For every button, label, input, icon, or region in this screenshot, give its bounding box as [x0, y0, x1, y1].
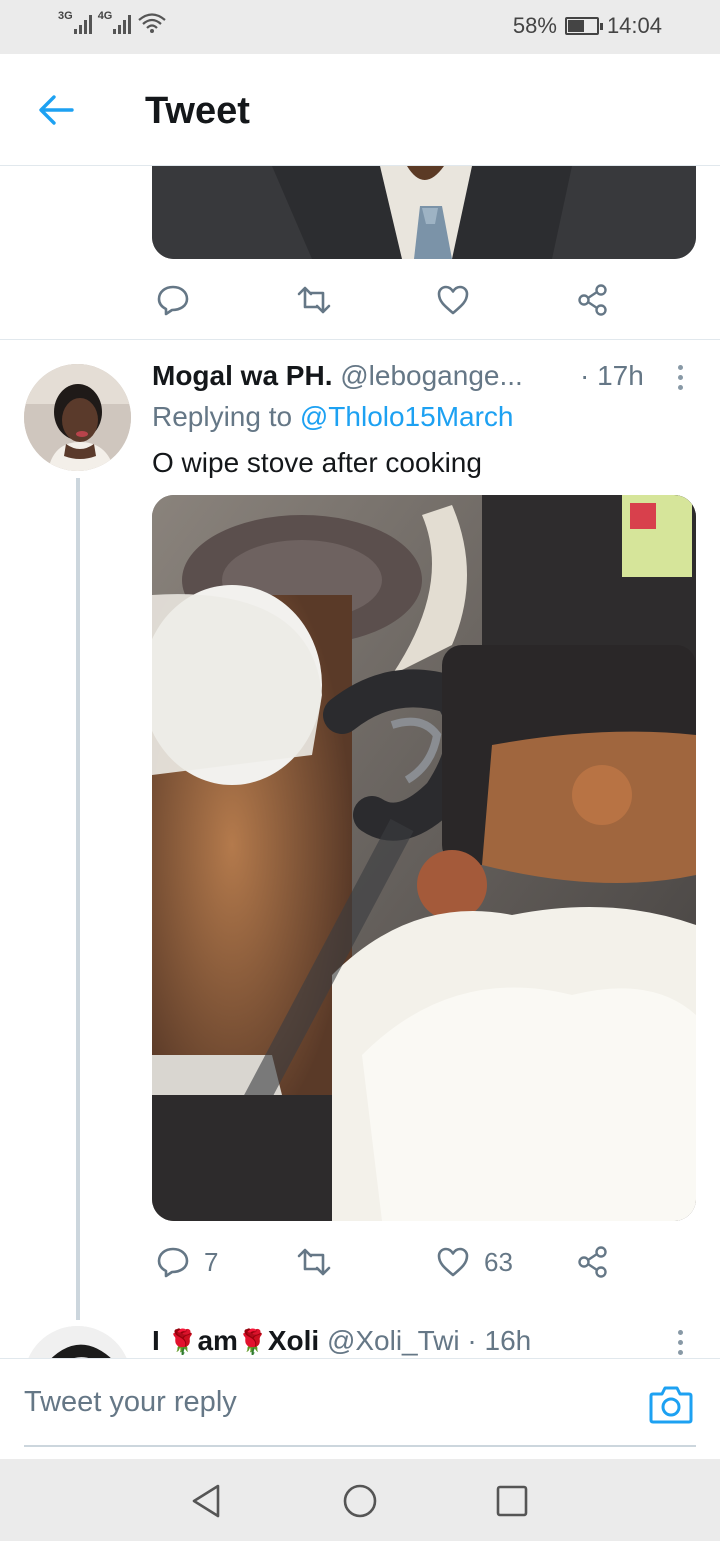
nav-back-button[interactable] — [184, 1479, 228, 1523]
name-part: I — [152, 1325, 160, 1356]
status-bar-signals: 3G 4G — [58, 10, 167, 34]
thread-connector — [76, 478, 80, 1320]
name-part: am — [197, 1325, 238, 1356]
system-nav-bar — [0, 1459, 720, 1541]
suit-photo — [152, 166, 696, 259]
nav-home-icon — [343, 1484, 377, 1518]
like-button[interactable]: 63 — [436, 1240, 513, 1284]
next-display-name[interactable]: I 🌹am🌹Xoli — [152, 1325, 327, 1356]
nav-home-button[interactable] — [338, 1479, 382, 1523]
stove-photo — [152, 495, 696, 1221]
more-options-icon[interactable] — [668, 1325, 692, 1359]
cell-signal-1: 3G — [58, 10, 92, 34]
previous-tweet-image[interactable] — [152, 166, 696, 259]
share-button[interactable] — [576, 278, 610, 322]
battery-fill — [567, 20, 585, 32]
network-type-1: 3G — [58, 10, 73, 22]
tweet-media-image[interactable] — [152, 495, 696, 1221]
rose-emoji: 🌹 — [167, 1329, 198, 1356]
user-handle[interactable]: @lebogange... — [340, 360, 523, 391]
next-tweet-header: I 🌹am🌹Xoli @Xoli_Twi · 16h — [152, 1325, 531, 1357]
like-count: 63 — [484, 1246, 513, 1277]
avatar[interactable] — [24, 364, 131, 471]
network-type-2: 4G — [97, 10, 113, 22]
retweet-icon — [297, 286, 331, 314]
reply-icon — [157, 285, 189, 316]
display-name[interactable]: Mogal wa PH. — [152, 360, 332, 391]
tweet-time: · 17h — [580, 360, 644, 391]
status-bar: 3G 4G 58% 14:04 — [0, 0, 720, 54]
like-icon — [437, 285, 469, 315]
camera-icon — [649, 1386, 693, 1424]
retweet-button[interactable] — [296, 1240, 332, 1284]
battery-percent: 58% — [512, 13, 557, 38]
page-title: Tweet — [145, 90, 250, 132]
share-icon — [578, 284, 607, 316]
like-button[interactable] — [436, 278, 470, 322]
reply-bar — [0, 1358, 720, 1458]
reply-icon — [157, 1247, 189, 1278]
signal-bars-icon — [113, 14, 132, 34]
share-icon — [578, 1246, 607, 1278]
next-tweet-time: · 16h — [467, 1325, 532, 1356]
retweet-button[interactable] — [296, 278, 332, 322]
next-user-handle[interactable]: @Xoli_Twi — [327, 1325, 460, 1356]
nav-recents-icon — [496, 1485, 528, 1517]
nav-back-icon — [192, 1484, 220, 1518]
mention-link[interactable]: @Thlolo15March — [300, 401, 514, 432]
share-button[interactable] — [576, 1240, 610, 1284]
replying-to: Replying to @Thlolo15March — [152, 401, 514, 433]
nav-recents-button[interactable] — [490, 1479, 534, 1523]
like-icon — [437, 1247, 469, 1277]
camera-button[interactable] — [648, 1385, 694, 1425]
reply-button[interactable]: 7 — [156, 1240, 218, 1284]
tweet-header: Mogal wa PH. @lebogange... — [152, 360, 652, 396]
tweet-actions: 7 63 — [152, 1240, 632, 1284]
reply-count: 7 — [204, 1246, 219, 1277]
wifi-icon — [138, 13, 167, 33]
signal-bars-icon — [73, 14, 92, 34]
retweet-icon — [297, 1248, 331, 1276]
reply-button[interactable] — [156, 278, 190, 322]
tweet-divider — [0, 339, 720, 340]
app-header: Tweet — [0, 54, 720, 166]
reply-input[interactable] — [24, 1359, 696, 1447]
status-bar-right: 58% 14:04 — [513, 13, 662, 39]
battery-icon — [564, 17, 603, 35]
tweet-text: O wipe stove after cooking — [152, 447, 482, 478]
replying-prefix: Replying to — [152, 401, 293, 432]
previous-tweet-actions — [152, 278, 632, 322]
clock: 14:04 — [606, 13, 662, 38]
cell-signal-2: 4G — [97, 10, 132, 34]
rose-emoji: 🌹 — [237, 1329, 268, 1356]
profile-photo — [24, 364, 131, 471]
name-part: Xoli — [267, 1325, 320, 1356]
back-button[interactable] — [30, 86, 82, 134]
more-options-icon[interactable] — [668, 360, 692, 394]
arrow-left-icon — [39, 95, 74, 125]
